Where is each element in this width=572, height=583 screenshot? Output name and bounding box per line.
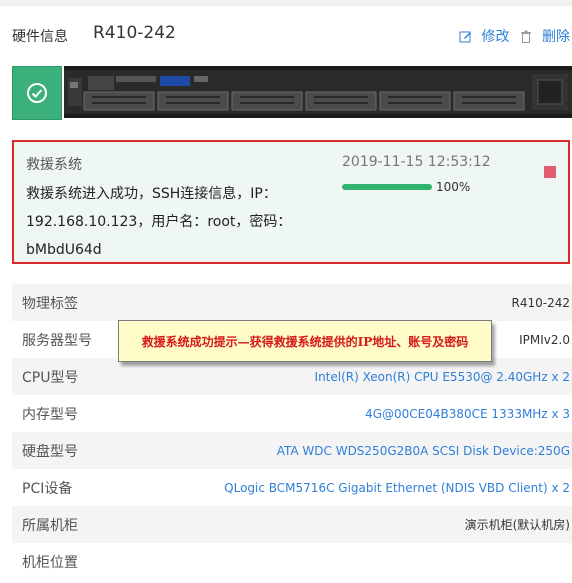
status-check <box>12 66 62 120</box>
check-circle-icon <box>27 83 47 103</box>
info-row: 内存型号 4G@00CE04B380CE 1333MHz x 3 <box>12 395 572 432</box>
info-value[interactable]: ATA WDC WDS250G2B0A SCSI Disk Device:250… <box>277 444 572 458</box>
info-value[interactable]: 4G@00CE04B380CE 1333MHz x 3 <box>365 407 572 421</box>
server-strip <box>12 66 572 120</box>
top-bar <box>0 0 572 6</box>
info-value: IPMIv2.0 <box>519 332 570 347</box>
hostname: R410-242 <box>93 23 176 43</box>
rescue-timestamp: 2019-11-15 12:53:12 <box>342 154 491 170</box>
info-key: 物理标签 <box>22 295 78 312</box>
progress-bar <box>342 184 432 190</box>
stop-icon[interactable] <box>544 166 556 178</box>
info-value[interactable]: QLogic BCM5716C Gigabit Ethernet (NDIS V… <box>224 481 572 495</box>
info-key: CPU型号 <box>22 369 79 386</box>
server-image <box>64 66 572 118</box>
info-key: 机柜位置 <box>22 554 78 571</box>
info-row: CPU型号 Intel(R) Xeon(R) CPU E5530@ 2.40GHz… <box>12 358 572 395</box>
trash-icon <box>521 30 531 43</box>
callout-note: 救援系统成功提示—获得救援系统提供的IP地址、账号及密码 <box>118 320 492 362</box>
info-value: 演示机柜(默认机房) <box>464 518 570 532</box>
rescue-title: 救援系统 <box>26 157 82 173</box>
info-key: 内存型号 <box>22 406 78 423</box>
info-key: 所属机柜 <box>22 517 78 534</box>
edit-icon <box>459 31 471 42</box>
info-key: PCI设备 <box>22 480 73 497</box>
edit-label: 修改 <box>481 29 510 45</box>
rescue-system-panel: 救援系统 2019-11-15 12:53:12 救援系统进入成功，SSH连接信… <box>12 140 570 264</box>
info-value[interactable]: Intel(R) Xeon(R) CPU E5530@ 2.40GHz x 2 <box>315 370 572 384</box>
info-key: 服务器型号 <box>22 332 92 349</box>
delete-button[interactable]: 删除 <box>520 26 570 46</box>
rescue-message: 救援系统进入成功，SSH连接信息，IP：192.168.10.123，用户名：r… <box>26 186 292 258</box>
hardware-header: 硬件信息 R410-242 修改 删除 <box>12 18 572 50</box>
edit-button[interactable]: 修改 <box>459 26 510 46</box>
info-row: 物理标签 R410-242 <box>12 284 572 321</box>
progress-label: 100% <box>436 180 471 194</box>
progress-fill <box>342 184 432 190</box>
info-row: 硬盘型号 ATA WDC WDS250G2B0A SCSI Disk Device… <box>12 432 572 469</box>
header-actions: 修改 删除 <box>453 26 570 47</box>
info-value: R410-242 <box>511 295 570 310</box>
delete-label: 删除 <box>542 29 570 45</box>
info-row: 所属机柜 演示机柜(默认机房) <box>12 506 572 543</box>
info-row: 机柜位置 <box>12 543 572 580</box>
section-label: 硬件信息 <box>12 29 68 45</box>
server-rack-graphic <box>64 66 572 118</box>
info-row: PCI设备 QLogic BCM5716C Gigabit Ethernet (N… <box>12 469 572 506</box>
callout-text: 救援系统成功提示—获得救援系统提供的IP地址、账号及密码 <box>141 334 469 349</box>
info-key: 硬盘型号 <box>22 443 78 460</box>
